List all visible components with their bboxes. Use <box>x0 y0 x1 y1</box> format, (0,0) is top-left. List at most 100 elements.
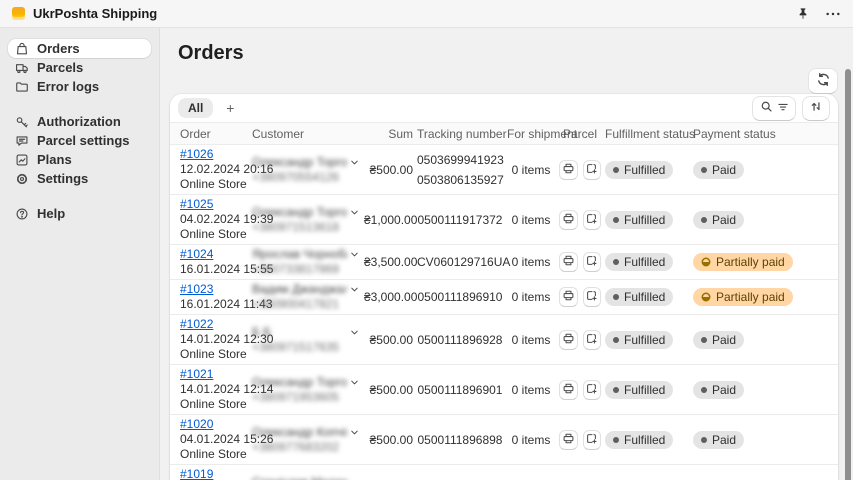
print-parcel-button[interactable] <box>559 287 578 307</box>
status-dot-icon <box>613 294 619 300</box>
add-parcel-button[interactable] <box>583 430 602 450</box>
order-link[interactable]: #1025 <box>180 197 213 211</box>
fulfillment-status-label: Fulfilled <box>624 290 665 304</box>
sidebar-item-plans[interactable]: Plans <box>8 150 151 169</box>
parcel-cell <box>557 328 603 352</box>
customer-lines: Б Б+380971517635 <box>252 325 347 355</box>
customer-phone-blurred: +380970554126 <box>252 170 347 185</box>
customer-phone-blurred: +380733817869 <box>252 262 347 277</box>
customer-lines: Олександр Торговел…+380971953605 <box>252 375 347 405</box>
column-header-parcel[interactable]: Parcel <box>557 127 603 141</box>
sidebar-item-error-logs[interactable]: Error logs <box>8 77 151 96</box>
refresh-button[interactable] <box>808 68 838 94</box>
print-parcel-button[interactable] <box>559 160 578 180</box>
chevron-down-icon[interactable] <box>349 284 360 298</box>
payment-cell: Partially paid <box>691 286 838 308</box>
add-parcel-button[interactable] <box>583 160 602 180</box>
scrollbar-thumb[interactable] <box>845 69 851 480</box>
sidebar-item-label: Parcels <box>37 60 83 75</box>
column-header-payment[interactable]: Payment status <box>691 127 838 141</box>
fulfillment-cell: Fulfilled <box>603 286 691 308</box>
status-dot-icon <box>701 337 707 343</box>
sum-cell: ₴500.00 <box>362 431 415 449</box>
print-parcel-button[interactable] <box>559 380 578 400</box>
column-header-order[interactable]: Order <box>170 127 250 141</box>
order-cell: #102612.02.2024 20:16Online Store <box>170 145 250 194</box>
fulfillment-status-badge: Fulfilled <box>605 253 673 271</box>
order-link[interactable]: #1022 <box>180 317 213 331</box>
add-parcel-button[interactable] <box>583 210 602 230</box>
add-parcel-button[interactable] <box>583 380 602 400</box>
chevron-down-icon[interactable] <box>349 207 360 221</box>
order-link[interactable]: #1024 <box>180 247 213 261</box>
sidebar-item-authorization[interactable]: Authorization <box>8 112 151 131</box>
order-cell: #101930.12.2023 18:11Online Store <box>170 465 250 480</box>
app-title: UkrPoshta Shipping <box>33 6 157 21</box>
printer-icon <box>562 162 575 178</box>
printer-icon <box>562 432 575 448</box>
parcels-icon <box>15 61 29 75</box>
help-icon <box>15 207 29 221</box>
column-header-shipment[interactable]: For shipment <box>505 127 557 141</box>
sidebar-group: Authorization Parcel settings PlansSetting… <box>8 112 151 188</box>
customer-lines: Вадим Джанджалав С…+380900417821 <box>252 282 347 312</box>
tracking-number: 0500111917372 <box>417 213 503 227</box>
chevron-down-icon[interactable] <box>349 477 360 480</box>
print-parcel-button[interactable] <box>559 252 578 272</box>
add-parcel-button[interactable] <box>583 330 602 350</box>
payment-cell: Paid <box>691 329 838 351</box>
fulfillment-cell: Fulfilled <box>603 429 691 451</box>
column-header-fulfillment[interactable]: Fulfillment status <box>603 127 691 141</box>
add-parcel-icon <box>585 432 598 448</box>
for-shipment-cell: 0 items <box>505 331 557 349</box>
sidebar-item-label: Parcel settings <box>37 133 130 148</box>
search-icon <box>760 100 773 116</box>
sidebar-item-orders[interactable]: Orders <box>8 39 151 58</box>
add-parcel-button[interactable] <box>583 287 602 307</box>
sidebar-item-settings[interactable]: Settings <box>8 169 151 188</box>
customer-cell: Б Б+380971517635 <box>250 323 362 357</box>
for-shipment-cell: 0 items <box>505 161 557 179</box>
print-parcel-button[interactable] <box>559 330 578 350</box>
tab-all[interactable]: All <box>178 98 213 118</box>
order-cell: #102416.01.2024 15:55 <box>170 245 250 279</box>
sidebar-item-parcel-settings[interactable]: Parcel settings <box>8 131 151 150</box>
column-header-customer[interactable]: Customer <box>250 127 362 141</box>
sidebar-item-parcels[interactable]: Parcels <box>8 58 151 77</box>
order-link[interactable]: #1019 <box>180 467 213 480</box>
sidebar-item-help[interactable]: Help <box>8 204 151 223</box>
ellipsis-icon[interactable] <box>825 6 841 22</box>
customer-lines: Олександр Торговел…+380971513618 <box>252 205 347 235</box>
search-filter-button[interactable] <box>752 96 796 121</box>
pin-icon[interactable] <box>795 6 811 22</box>
chevron-down-icon[interactable] <box>349 327 360 341</box>
add-parcel-button[interactable] <box>583 252 602 272</box>
sort-button[interactable] <box>802 96 830 121</box>
fulfillment-status-label: Fulfilled <box>624 213 665 227</box>
column-header-sum[interactable]: Sum <box>362 127 415 141</box>
customer-cell: Олександр Торговел…+380970554126 <box>250 153 362 187</box>
chevron-down-icon[interactable] <box>349 249 360 263</box>
chevron-down-icon[interactable] <box>349 377 360 391</box>
order-link[interactable]: #1020 <box>180 417 213 431</box>
sum-cell: ₴3,000.00 <box>362 288 415 306</box>
order-cell: #102504.02.2024 19:39Online Store <box>170 195 250 244</box>
order-link[interactable]: #1026 <box>180 147 213 161</box>
print-parcel-button[interactable] <box>559 210 578 230</box>
customer-wrap: Ярослав Чорнобай В…+380733817869 <box>252 247 360 277</box>
fulfillment-cell: Fulfilled <box>603 329 691 351</box>
chevron-down-icon[interactable] <box>349 157 360 171</box>
order-link[interactable]: #1021 <box>180 367 213 381</box>
chevron-down-icon[interactable] <box>349 427 360 441</box>
table-row: #102214.01.2024 12:30Online StoreБ Б+380… <box>170 315 838 365</box>
add-view-button[interactable]: + <box>219 98 241 118</box>
parcel-cell <box>557 158 603 182</box>
order-date: 14.01.2024 12:30 <box>180 332 248 347</box>
print-parcel-button[interactable] <box>559 430 578 450</box>
column-header-tracking[interactable]: Tracking number <box>415 127 505 141</box>
page-title: Orders <box>178 42 838 65</box>
order-link[interactable]: #1023 <box>180 282 213 296</box>
sidebar-group: Orders Parcels Error logs <box>8 39 151 96</box>
sort-icon <box>810 100 823 116</box>
index-filters-bar: All + <box>170 94 838 122</box>
